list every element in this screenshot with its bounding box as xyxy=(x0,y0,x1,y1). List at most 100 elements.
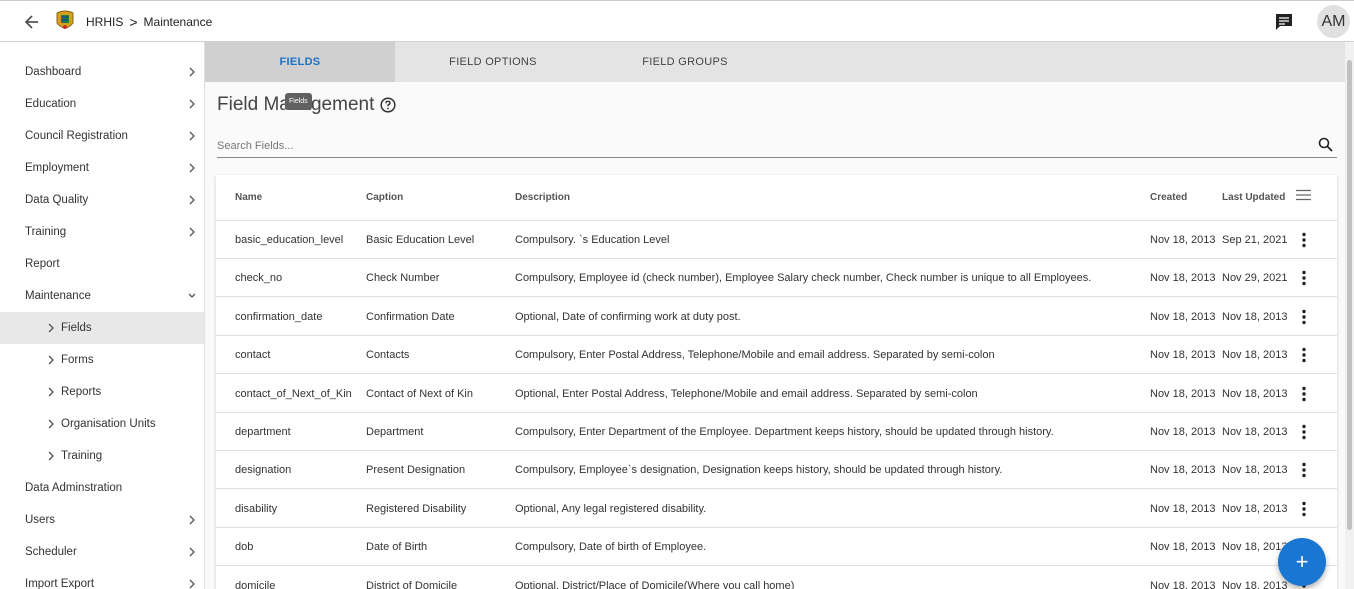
more-vert-icon[interactable] xyxy=(1300,309,1308,325)
cell-caption: Date of Birth xyxy=(366,541,428,554)
column-menu-icon[interactable] xyxy=(1296,189,1311,201)
cell-caption: Registered Disability xyxy=(366,502,467,515)
column-header-description[interactable]: Description xyxy=(515,192,570,203)
sidebar-item-forms[interactable]: Forms xyxy=(0,344,204,376)
chevron-right-icon xyxy=(48,323,54,333)
search-input[interactable] xyxy=(217,136,1297,156)
cell-created: Nov 18, 2013 xyxy=(1150,541,1216,554)
more-vert-icon[interactable] xyxy=(1300,462,1308,478)
cell-updated: Nov 29, 2021 xyxy=(1222,272,1288,285)
sidebar-item-training[interactable]: Training xyxy=(0,440,204,472)
breadcrumb-separator: > xyxy=(129,14,138,30)
cell-caption: Contact of Next of Kin xyxy=(366,387,473,400)
tab-field-groups[interactable]: FIELD GROUPS xyxy=(591,42,779,82)
chevron-right-icon xyxy=(189,99,195,109)
cell-name: designation xyxy=(235,464,292,477)
cell-description: Optional, District/Place of Domicile(Whe… xyxy=(515,579,795,589)
tab-field-options[interactable]: FIELD OPTIONS xyxy=(395,42,591,82)
cell-description: Compulsory, Enter Department of the Empl… xyxy=(515,426,1054,438)
sidebar-item-maintenance[interactable]: Maintenance xyxy=(0,280,204,312)
breadcrumb-app[interactable]: HRHIS xyxy=(86,15,123,29)
table-row[interactable]: confirmation_date Confirmation Date Option… xyxy=(216,298,1337,336)
chat-icon[interactable] xyxy=(1275,13,1293,31)
sidebar-item-scheduler[interactable]: Scheduler xyxy=(0,536,204,568)
cell-created: Nov 18, 2013 xyxy=(1150,234,1216,246)
more-vert-icon[interactable] xyxy=(1300,270,1308,286)
sidebar-item-reports[interactable]: Reports xyxy=(0,376,204,408)
sidebar-item-label: Scheduler xyxy=(25,546,77,558)
table-header: Name Caption Description Created Last Up… xyxy=(216,175,1337,221)
cell-created: Nov 18, 2013 xyxy=(1150,464,1216,477)
cell-updated: Nov 18, 2013 xyxy=(1222,349,1288,362)
table-row[interactable]: department Department Compulsory, Enter De… xyxy=(216,413,1337,451)
chevron-down-icon xyxy=(188,293,196,298)
table-row[interactable]: contact_of_Next_of_Kin Contact of Next of… xyxy=(216,375,1337,413)
cell-caption: Basic Education Level xyxy=(366,234,475,246)
more-vert-icon[interactable] xyxy=(1300,424,1308,440)
cell-description: Compulsory, Employee`s designation, Desi… xyxy=(515,464,1003,477)
sidebar-item-dashboard[interactable]: Dashboard xyxy=(0,56,204,88)
sidebar-item-label: Training xyxy=(25,226,67,238)
chevron-right-icon xyxy=(48,387,54,397)
column-header-last-updated[interactable]: Last Updated xyxy=(1222,192,1285,203)
scrollbar[interactable] xyxy=(1345,42,1354,589)
sidebar-item-label: Reports xyxy=(61,386,102,398)
table-row[interactable]: domicile District of Domicile Optional, Di… xyxy=(216,567,1337,589)
tab-fields[interactable]: FIELDS xyxy=(205,42,395,82)
more-vert-icon[interactable] xyxy=(1300,232,1308,248)
sidebar-item-organisation-units[interactable]: Organisation Units xyxy=(0,408,204,440)
add-field-button[interactable]: + xyxy=(1278,538,1326,586)
sidebar-item-report[interactable]: Report xyxy=(0,248,204,280)
column-header-created[interactable]: Created xyxy=(1150,192,1187,203)
sidebar-item-label: Council Registration xyxy=(25,130,128,142)
sidebar-item-label: Report xyxy=(25,258,60,270)
column-header-name[interactable]: Name xyxy=(235,192,262,203)
cell-description: Compulsory, Enter Postal Address, Teleph… xyxy=(515,349,995,362)
cell-updated: Nov 18, 2013 xyxy=(1222,464,1288,477)
sidebar-item-users[interactable]: Users xyxy=(0,504,204,536)
chevron-right-icon xyxy=(48,419,54,429)
sidebar-item-education[interactable]: Education xyxy=(0,88,204,120)
main-content: FIELDS FIELD OPTIONS FIELD GROUPS Field … xyxy=(205,42,1354,589)
sidebar-item-employment[interactable]: Employment xyxy=(0,152,204,184)
sidebar-item-data-adminstration[interactable]: Data Adminstration xyxy=(0,472,204,504)
cell-caption: Confirmation Date xyxy=(366,310,455,323)
cell-description: Compulsory, Employee id (check number), … xyxy=(515,272,1092,285)
avatar[interactable]: AM xyxy=(1317,5,1350,38)
table-row[interactable]: disability Registered Disability Optional,… xyxy=(216,490,1337,528)
table-row[interactable]: contact Contacts Compulsory, Enter Postal … xyxy=(216,336,1337,375)
cell-caption: District of Domicile xyxy=(366,579,458,589)
cell-created: Nov 18, 2013 xyxy=(1150,310,1216,323)
cell-name: check_no xyxy=(235,272,283,285)
sidebar-item-council-registration[interactable]: Council Registration xyxy=(0,120,204,152)
top-bar: HRHIS > Maintenance AM xyxy=(0,0,1354,42)
column-header-caption[interactable]: Caption xyxy=(366,192,403,203)
chevron-right-icon xyxy=(189,227,195,237)
sidebar-item-training[interactable]: Training xyxy=(0,216,204,248)
cell-description: Optional, Any legal registered disabilit… xyxy=(515,502,707,515)
search-bar xyxy=(217,136,1337,158)
chevron-right-icon xyxy=(189,67,195,77)
more-vert-icon[interactable] xyxy=(1300,501,1308,517)
sidebar-item-fields[interactable]: Fields xyxy=(0,312,204,344)
help-icon[interactable] xyxy=(380,97,396,113)
cell-updated: Nov 18, 2013 xyxy=(1222,310,1288,323)
more-vert-icon[interactable] xyxy=(1300,386,1308,402)
table-row[interactable]: check_no Check Number Compulsory, Employee… xyxy=(216,259,1337,298)
search-icon[interactable] xyxy=(1318,137,1333,152)
scrollbar-thumb[interactable] xyxy=(1347,60,1352,530)
table-row[interactable]: dob Date of Birth Compulsory, Date of birt… xyxy=(216,528,1337,567)
sidebar-item-label: Organisation Units xyxy=(61,418,156,430)
cell-name: confirmation_date xyxy=(235,310,323,323)
more-vert-icon[interactable] xyxy=(1300,347,1308,363)
chevron-right-icon xyxy=(189,579,195,589)
back-arrow-icon[interactable] xyxy=(22,12,42,32)
tab-bar: FIELDS FIELD OPTIONS FIELD GROUPS xyxy=(205,42,1345,82)
chevron-right-icon xyxy=(189,195,195,205)
sidebar-item-data-quality[interactable]: Data Quality xyxy=(0,184,204,216)
table-row[interactable]: basic_education_level Basic Education Lev… xyxy=(216,221,1337,259)
cell-description: Optional, Enter Postal Address, Telephon… xyxy=(515,387,978,400)
sidebar-item-import-export[interactable]: Import Export xyxy=(0,568,204,589)
table-row[interactable]: designation Present Designation Compulsory… xyxy=(216,451,1337,490)
cell-updated: Nov 18, 2013 xyxy=(1222,426,1288,438)
